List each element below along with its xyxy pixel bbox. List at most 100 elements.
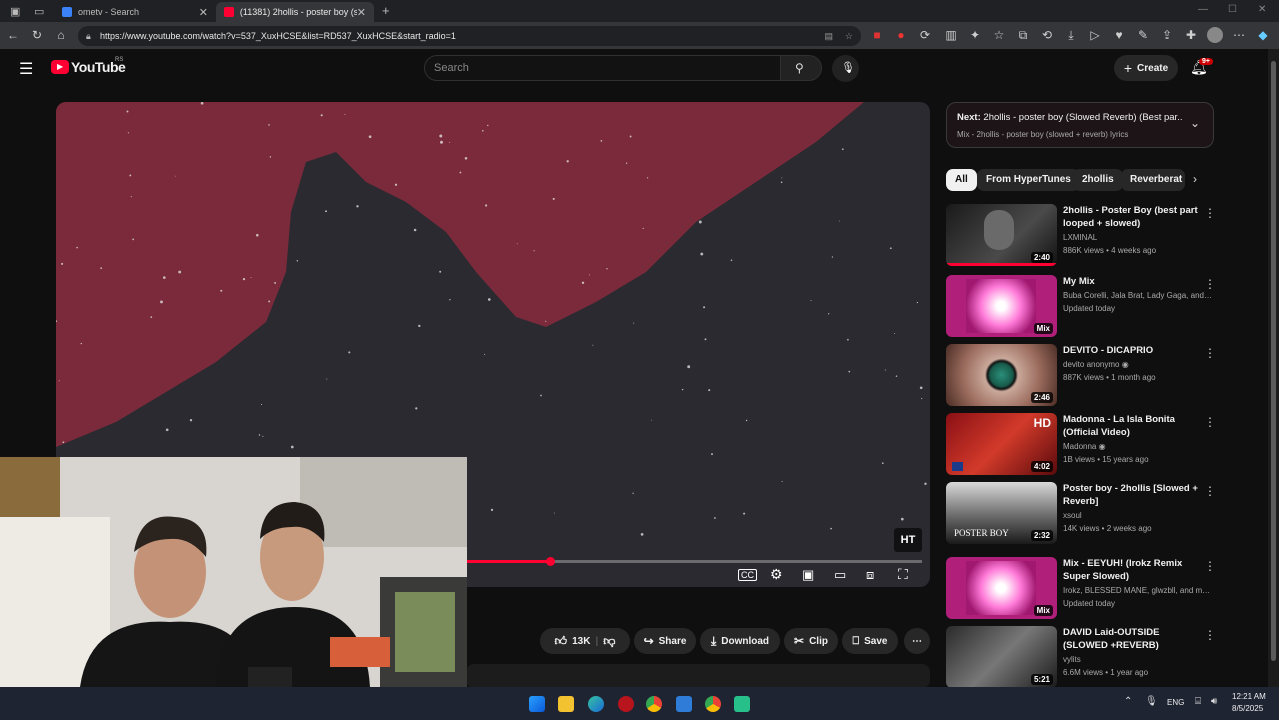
app-red-icon[interactable] [618, 696, 634, 712]
history-icon[interactable]: ⟲ [1039, 27, 1055, 43]
maximize-icon[interactable]: ☐ [1228, 4, 1237, 15]
extensions-icon[interactable]: ✦ [967, 27, 983, 43]
video-thumbnail[interactable]: 2:46 [946, 344, 1057, 406]
close-tab-icon[interactable]: ✕ [199, 6, 208, 19]
media-icon[interactable]: ▷ [1087, 27, 1103, 43]
collections-icon[interactable]: ⧉ [1015, 27, 1031, 43]
hamburger-menu-icon[interactable]: ☰ [19, 59, 33, 79]
search-button[interactable]: ⚲ [780, 55, 822, 81]
channel-name[interactable]: vylits [1063, 655, 1213, 664]
list-item[interactable]: 2:40 2hollis - Poster Boy (best part loo… [946, 204, 1216, 268]
video-title[interactable]: Madonna - La Isla Bonita (Official Video… [1063, 413, 1203, 439]
chip-all[interactable]: All [946, 169, 977, 191]
mix-playlist-panel[interactable]: Next: 2hollis - poster boy (Slowed Rever… [946, 102, 1214, 148]
downloads-icon[interactable]: ⤓ [1063, 27, 1079, 43]
edge-icon[interactable] [588, 696, 604, 712]
create-button[interactable]: + Create [1114, 55, 1178, 81]
clock-time[interactable]: 12:21 AM [1232, 692, 1266, 701]
chevron-up-icon[interactable]: ⌃ [1124, 696, 1132, 707]
page-scrollbar[interactable] [1268, 49, 1279, 687]
more-actions-button[interactable]: ⋯ [904, 628, 930, 654]
minimize-icon[interactable]: — [1198, 4, 1208, 15]
more-vertical-icon[interactable]: ⋮ [1204, 277, 1216, 291]
cast-icon[interactable]: ⧈ [866, 567, 874, 583]
youtube-logo-icon[interactable]: ▶ [51, 60, 69, 74]
list-item[interactable]: Mix My Mix Buba Corelli, Jala Brat, Lady… [946, 275, 1216, 339]
file-explorer-icon[interactable] [558, 696, 574, 712]
new-tab-icon[interactable]: + [382, 3, 390, 18]
more-vertical-icon[interactable]: ⋮ [1204, 559, 1216, 573]
tab-actions-icon[interactable]: ▭ [34, 5, 44, 18]
extensions-puzzle-icon[interactable]: ✚ [1183, 27, 1199, 43]
performance-icon[interactable]: ♥ [1111, 27, 1127, 43]
more-vertical-icon[interactable]: ⋮ [1204, 628, 1216, 642]
more-vertical-icon[interactable]: ⋮ [1204, 206, 1216, 220]
chevron-down-icon[interactable]: ⌄ [1190, 116, 1200, 130]
extension-icon[interactable]: ● [893, 27, 909, 43]
tab-ometv-search[interactable]: ometv - Search ✕ [54, 2, 216, 22]
back-icon[interactable]: ← [5, 27, 21, 43]
video-title[interactable]: My Mix [1063, 275, 1203, 288]
close-window-icon[interactable]: ✕ [1258, 4, 1266, 15]
search-input[interactable]: Search [424, 55, 781, 81]
video-thumbnail[interactable]: Mix [946, 275, 1057, 337]
video-thumbnail[interactable]: Mix [946, 557, 1057, 619]
description-box[interactable] [466, 664, 930, 687]
settings-gear-icon[interactable]: ⚙ [770, 566, 783, 583]
list-item[interactable]: 5:21 DAVID Laid-OUTSIDE (SLOWED +REVERB)… [946, 626, 1216, 687]
favorites-icon[interactable]: ☆ [991, 27, 1007, 43]
save-button[interactable]: ⎕ Save [842, 628, 898, 654]
channel-name[interactable]: LXMINAL [1063, 233, 1213, 242]
chrome-profile-icon[interactable] [705, 696, 721, 712]
browser-essentials-icon[interactable]: ✎ [1135, 27, 1151, 43]
photos-icon[interactable] [676, 696, 692, 712]
share-button[interactable]: ↪ Share [634, 628, 696, 654]
channel-name[interactable]: devito anonymo ◉ [1063, 360, 1213, 369]
reader-icon[interactable]: ▤ [824, 26, 833, 46]
fullscreen-icon[interactable]: ⛶ [898, 566, 908, 583]
video-thumbnail[interactable]: POSTER BOY 2:32 [946, 482, 1057, 544]
video-title[interactable]: Poster boy - 2hollis [Slowed + Reverb] [1063, 482, 1203, 508]
video-title[interactable]: Mix - EEYUH! (Irokz Remix Super Slowed) [1063, 557, 1203, 583]
volume-icon[interactable]: 🔊︎ [1211, 696, 1217, 707]
dislike-button[interactable]: 👎︎ [603, 634, 615, 649]
refresh-icon[interactable]: ↻ [29, 27, 45, 43]
extension-icon[interactable]: ⟳ [917, 27, 933, 43]
extension-icon[interactable]: ■ [869, 27, 885, 43]
more-menu-icon[interactable]: ⋯ [1231, 27, 1247, 43]
profile-avatar-icon[interactable] [1207, 27, 1223, 43]
share-icon[interactable]: ⇪ [1159, 27, 1175, 43]
voice-search-button[interactable]: 🎙︎ [832, 55, 859, 82]
video-thumbnail[interactable]: HD 4:02 [946, 413, 1057, 475]
app-green-icon[interactable] [734, 696, 750, 712]
subtitles-icon[interactable]: CC [738, 569, 757, 581]
more-vertical-icon[interactable]: ⋮ [1204, 415, 1216, 429]
more-vertical-icon[interactable]: ⋮ [1204, 484, 1216, 498]
address-bar[interactable]: 🔒︎ https://www.youtube.com/watch?v=537_X… [78, 26, 861, 46]
workspaces-icon[interactable]: ▣ [10, 5, 20, 18]
copilot-icon[interactable]: ◆ [1255, 27, 1271, 43]
video-title[interactable]: 2hollis - Poster Boy (best part looped +… [1063, 204, 1203, 230]
channel-watermark[interactable]: HT [894, 528, 922, 552]
like-button[interactable]: 👍︎ 13K [555, 634, 591, 649]
more-vertical-icon[interactable]: ⋮ [1204, 346, 1216, 360]
video-title[interactable]: DEVITO - DICAPRIO [1063, 344, 1203, 357]
start-windows-icon[interactable] [529, 696, 545, 712]
channel-name[interactable]: Madonna ◉ [1063, 442, 1213, 451]
chrome-icon[interactable] [646, 696, 662, 712]
favorite-star-icon[interactable]: ☆ [845, 26, 853, 46]
tab-youtube[interactable]: (11381) 2hollis - poster boy (slow ✕ [216, 2, 374, 22]
list-item[interactable]: Mix Mix - EEYUH! (Irokz Remix Super Slow… [946, 557, 1216, 621]
video-title[interactable]: DAVID Laid-OUTSIDE (SLOWED +REVERB) [1063, 626, 1203, 652]
split-screen-icon[interactable]: ▥ [943, 27, 959, 43]
video-thumbnail[interactable]: 2:40 [946, 204, 1057, 266]
chip-reverberation[interactable]: Reverberat [1121, 169, 1185, 191]
microphone-tray-icon[interactable]: 🎙︎ [1145, 696, 1158, 707]
list-item[interactable]: 2:46 DEVITO - DICAPRIO devito anonymo ◉ … [946, 344, 1216, 408]
chevron-right-icon[interactable]: › [1193, 172, 1197, 186]
home-icon[interactable]: ⌂ [53, 27, 69, 43]
wifi-icon[interactable]: ⌸ [1195, 696, 1201, 707]
close-tab-icon[interactable]: ✕ [357, 6, 366, 19]
download-button[interactable]: ⤓ Download [700, 628, 780, 654]
clock-date[interactable]: 8/5/2025 [1232, 704, 1263, 713]
